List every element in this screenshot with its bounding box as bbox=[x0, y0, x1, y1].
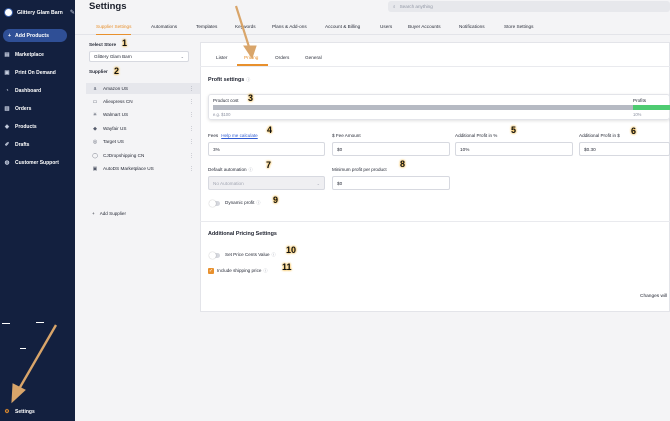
arrow-line bbox=[234, 5, 252, 51]
annotation-arrows bbox=[11, 5, 257, 404]
arrow-head bbox=[243, 45, 257, 60]
arrow-line bbox=[17, 324, 58, 390]
arrow-head bbox=[11, 383, 26, 404]
